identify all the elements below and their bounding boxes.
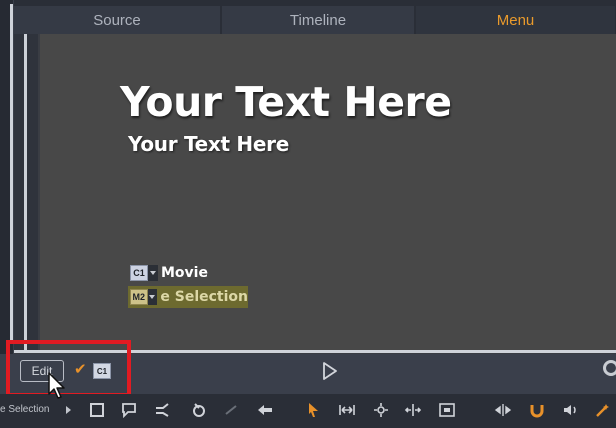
menu-button-label: Movie <box>161 265 208 281</box>
disabled-icon <box>222 402 240 418</box>
chapter-chip[interactable]: C1 <box>130 265 148 281</box>
tab-timeline[interactable]: Timeline <box>222 6 415 34</box>
wand-icon[interactable] <box>594 402 612 418</box>
magnet-icon[interactable] <box>528 402 546 418</box>
marker-icon[interactable] <box>190 402 208 418</box>
menu-button-scene-selection[interactable]: M2 e Selection <box>128 286 248 308</box>
square-icon[interactable] <box>88 402 106 418</box>
split-icon[interactable] <box>404 402 422 418</box>
tab-source[interactable]: Source <box>14 6 221 34</box>
preview-left-bar <box>14 34 38 352</box>
play-icon[interactable] <box>322 362 338 380</box>
left-panel-strip <box>0 0 14 398</box>
back-arrow-icon[interactable] <box>256 402 274 418</box>
volume-icon[interactable] <box>562 402 580 418</box>
trim-icon[interactable] <box>494 402 512 418</box>
gear-icon[interactable] <box>603 360 616 376</box>
tab-menu[interactable]: Menu <box>416 6 616 34</box>
fit-width-icon[interactable] <box>338 402 356 418</box>
highlight-box <box>6 340 131 397</box>
menu-button-movie[interactable]: C1 Movie <box>130 262 208 284</box>
move-icon[interactable] <box>372 402 390 418</box>
chat-icon[interactable] <box>120 402 138 419</box>
chevron-down-icon[interactable] <box>148 265 158 281</box>
menu-title-text[interactable]: Your Text Here <box>120 78 452 126</box>
toolbar-selection-label[interactable]: e Selection <box>0 404 49 415</box>
preview-frame: Your Text Here Your Text Here C1 Movie M… <box>14 34 616 354</box>
menu-button-label: e Selection <box>160 289 248 305</box>
menu-subtitle-text[interactable]: Your Text Here <box>128 132 289 156</box>
link-icon[interactable] <box>154 402 172 418</box>
preview-left-line <box>24 34 27 352</box>
menu-preview-canvas[interactable]: Your Text Here Your Text Here C1 Movie M… <box>40 34 616 350</box>
menu-link-chip[interactable]: M2 <box>130 289 148 305</box>
left-panel-edge <box>10 4 13 342</box>
play-small-icon[interactable] <box>66 406 71 414</box>
chevron-down-icon[interactable] <box>147 289 158 305</box>
pointer-icon[interactable] <box>304 402 322 418</box>
tab-bar: Source Timeline Menu <box>14 0 616 34</box>
frame-icon[interactable] <box>438 402 456 418</box>
bottom-toolbar: e Selection <box>0 394 616 428</box>
mouse-pointer-icon <box>48 372 66 400</box>
